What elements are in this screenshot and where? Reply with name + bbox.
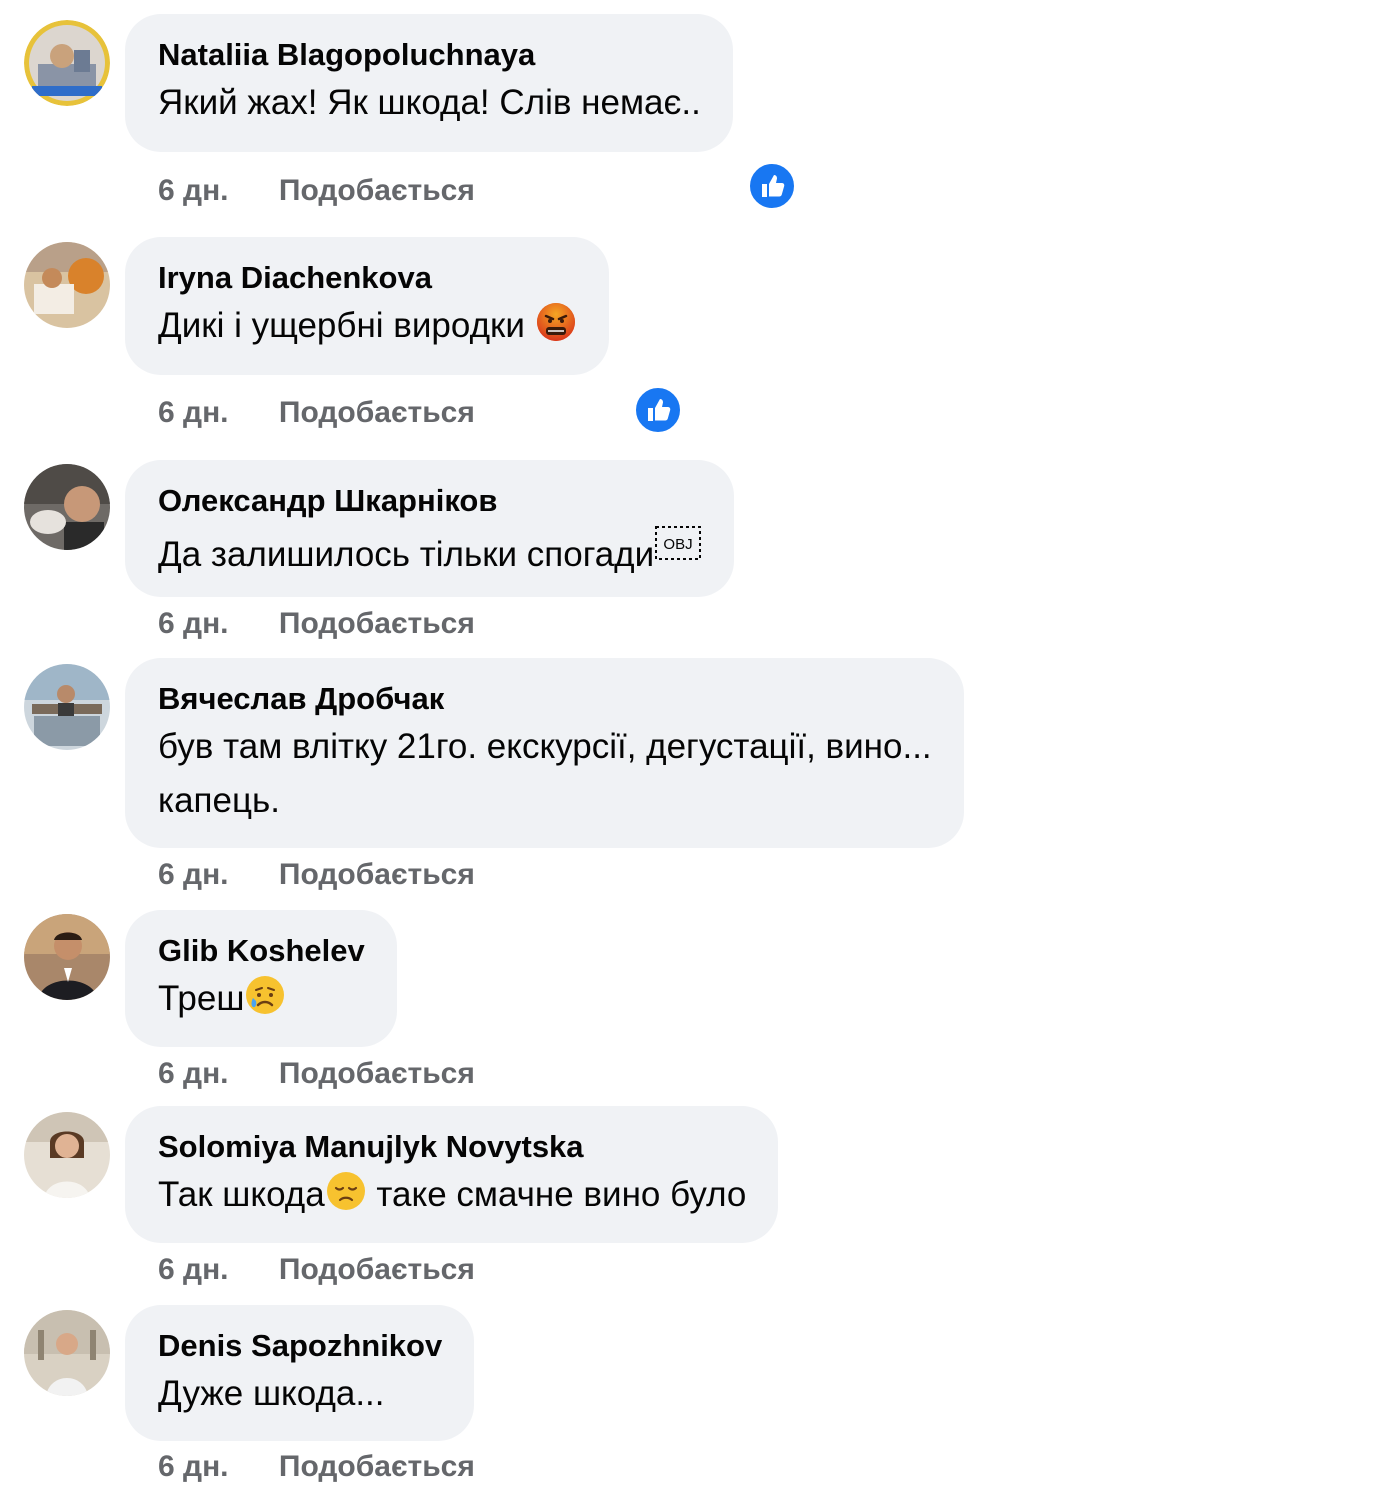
like-button[interactable]: Подобається bbox=[279, 396, 475, 430]
comment-text: Треш bbox=[158, 972, 365, 1026]
comment-text: Дикі і ущербні виродки bbox=[158, 299, 577, 353]
comment-author[interactable]: Denis Sapozhnikov bbox=[158, 1327, 442, 1365]
avatar[interactable] bbox=[24, 20, 110, 106]
obj-placeholder-icon: OBJ bbox=[654, 522, 702, 564]
comment-bubble: Nataliia Blagopoluchnaya Який жах! Як шк… bbox=[125, 14, 733, 152]
comment-actions: 6 дн. Подобається bbox=[158, 858, 475, 892]
comment-bubble: Олександр Шкарніков Да залишилось тільки… bbox=[125, 460, 735, 597]
comment-actions: 6 дн. Подобається bbox=[158, 174, 475, 208]
like-button[interactable]: Подобається bbox=[279, 1450, 475, 1484]
comment-actions: 6 дн. Подобається bbox=[158, 1253, 475, 1287]
comment-text: Да залишилось тільки спогади OBJ bbox=[158, 522, 702, 582]
comment-timestamp[interactable]: 6 дн. bbox=[158, 1253, 229, 1287]
crying-face-emoji bbox=[244, 974, 286, 1016]
like-button[interactable]: Подобається bbox=[279, 1253, 475, 1287]
comment-timestamp[interactable]: 6 дн. bbox=[158, 607, 229, 641]
comment-author[interactable]: Вячеслав Дробчак bbox=[158, 680, 932, 718]
comment-text: був там влітку 21го. екскурсії, дегустац… bbox=[158, 727, 932, 820]
avatar[interactable] bbox=[24, 664, 110, 750]
like-button[interactable]: Подобається bbox=[279, 607, 475, 641]
like-reaction-icon[interactable] bbox=[748, 162, 796, 210]
like-button[interactable]: Подобається bbox=[279, 858, 475, 892]
comment-timestamp[interactable]: 6 дн. bbox=[158, 174, 229, 208]
comment-actions: 6 дн. Подобається bbox=[158, 607, 475, 641]
avatar[interactable] bbox=[24, 914, 110, 1000]
comment-text: Який жах! Як шкода! Слів немає.. bbox=[158, 83, 701, 122]
comment-timestamp[interactable]: 6 дн. bbox=[158, 1450, 229, 1484]
angry-face-emoji bbox=[535, 301, 577, 343]
comment-bubble: Solomiya Manujlyk Novytska Так шкода так… bbox=[125, 1106, 779, 1243]
comment-actions: 6 дн. Подобається bbox=[158, 1057, 475, 1091]
avatar[interactable] bbox=[24, 242, 110, 328]
like-button[interactable]: Подобається bbox=[279, 1057, 475, 1091]
comment-bubble: Glib Koshelev Треш bbox=[125, 910, 397, 1047]
like-reaction-icon[interactable] bbox=[634, 386, 682, 434]
comment-timestamp[interactable]: 6 дн. bbox=[158, 858, 229, 892]
comment-author[interactable]: Олександр Шкарніков bbox=[158, 482, 702, 520]
comment-actions: 6 дн. Подобається bbox=[158, 1450, 475, 1484]
comment-text: Так шкода таке смачне вино було bbox=[158, 1168, 746, 1222]
comment-author[interactable]: Glib Koshelev bbox=[158, 932, 365, 970]
comment-author[interactable]: Solomiya Manujlyk Novytska bbox=[158, 1128, 746, 1166]
comment-timestamp[interactable]: 6 дн. bbox=[158, 1057, 229, 1091]
comment-actions: 6 дн. Подобається bbox=[158, 396, 475, 430]
comment-text: Дуже шкода... bbox=[158, 1374, 385, 1413]
avatar[interactable] bbox=[24, 1310, 110, 1396]
comment-bubble: Вячеслав Дробчак був там влітку 21го. ек… bbox=[125, 658, 964, 848]
comment-author[interactable]: Nataliia Blagopoluchnaya bbox=[158, 36, 701, 74]
comment-timestamp[interactable]: 6 дн. bbox=[158, 396, 229, 430]
sad-face-emoji bbox=[325, 1170, 367, 1212]
comment-bubble: Iryna Diachenkova Дикі і ущербні виродки bbox=[125, 237, 609, 375]
comment-author[interactable]: Iryna Diachenkova bbox=[158, 259, 577, 297]
avatar[interactable] bbox=[24, 464, 110, 550]
comment-bubble: Denis Sapozhnikov Дуже шкода... bbox=[125, 1305, 475, 1441]
avatar[interactable] bbox=[24, 1112, 110, 1198]
like-button[interactable]: Подобається bbox=[279, 174, 475, 208]
svg-text:OBJ: OBJ bbox=[664, 536, 693, 553]
